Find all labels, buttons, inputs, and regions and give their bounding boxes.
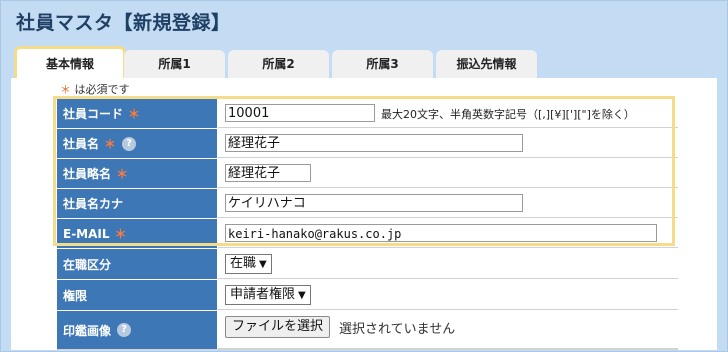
- required-marker: ＊: [60, 83, 71, 96]
- tab-affiliation-3[interactable]: 所属3: [332, 50, 433, 78]
- seal-image-label-text: 印鑑画像: [63, 323, 112, 338]
- permission-select[interactable]: 申請者権限 ▼: [225, 285, 311, 305]
- choose-file-button[interactable]: ファイルを選択: [225, 316, 331, 338]
- permission-label: 権限: [57, 280, 217, 310]
- employment-status-cell: [218, 249, 678, 279]
- permission-value: 申請者権限: [230, 287, 296, 302]
- tab-affiliation-2[interactable]: 所属2: [228, 50, 329, 78]
- divider: [57, 349, 678, 350]
- file-status-text: 選択されていません: [339, 322, 456, 337]
- employment-status-label-text: 在職区分: [63, 257, 112, 272]
- page-title: 社員マスタ【新規登録】: [16, 12, 231, 34]
- permission-label-text: 権限: [63, 288, 88, 303]
- tab-affiliation-1[interactable]: 所属1: [124, 50, 225, 78]
- employment-status-label: 在職区分: [57, 249, 217, 279]
- required-note: ＊ は必須です: [60, 81, 130, 97]
- chevron-down-icon: ▼: [259, 259, 267, 270]
- employment-status-select[interactable]: 在職 ▼: [225, 254, 272, 274]
- tab-bank-transfer-info[interactable]: 振込先情報: [436, 50, 537, 78]
- tab-basic-info[interactable]: 基本情報: [14, 46, 126, 79]
- highlight-frame: [53, 96, 675, 246]
- seal-image-label: 印鑑画像 ?: [57, 311, 217, 349]
- chevron-down-icon: ▼: [298, 290, 306, 301]
- required-note-text: は必須です: [74, 83, 130, 96]
- employment-status-value: 在職: [230, 256, 257, 271]
- help-icon[interactable]: ?: [117, 323, 132, 337]
